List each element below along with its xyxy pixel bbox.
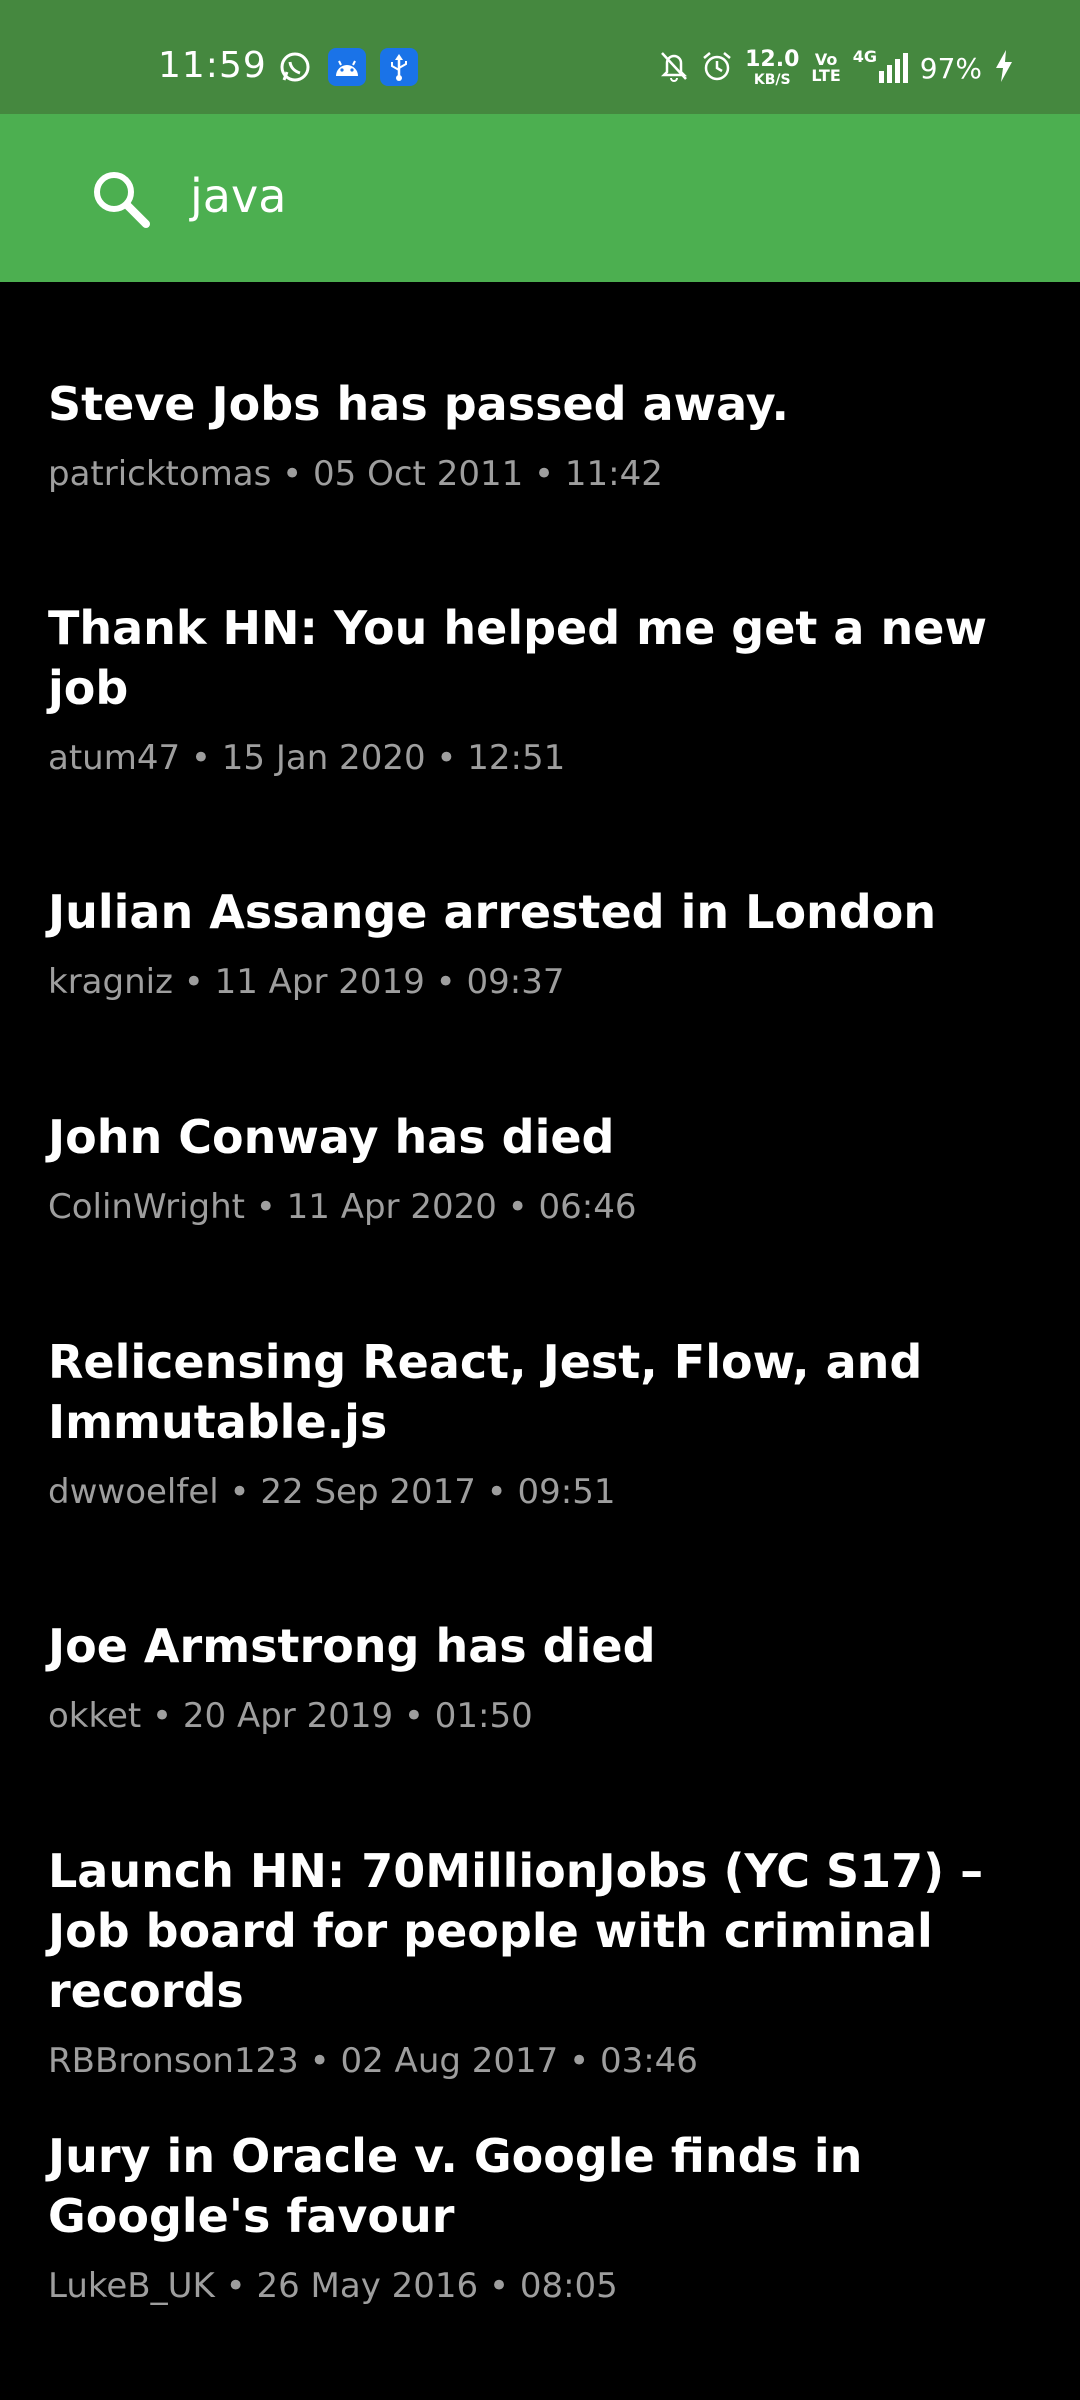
status-bar: 11:59 12.0 KB/S Vo LTE 4G 97%	[0, 0, 1080, 114]
result-meta: okket • 20 Apr 2019 • 01:50	[48, 1696, 533, 1736]
result-title[interactable]: Joe Armstrong has died	[48, 1616, 1038, 1676]
android-icon	[328, 48, 366, 86]
result-title[interactable]: John Conway has died	[48, 1107, 1038, 1167]
network-speed: 12.0 KB/S	[745, 47, 800, 88]
result-title[interactable]: Launch HN: 70MillionJobs (YC S17) – Job …	[48, 1841, 1038, 2021]
status-time: 11:59	[158, 45, 267, 86]
battery-percent: 97%	[919, 51, 982, 85]
result-title[interactable]: Thank HN: You helped me get a new job	[48, 598, 1038, 718]
list-item[interactable]: Julian Assange arrested in London kragni…	[48, 882, 1038, 1004]
result-title[interactable]: Steve Jobs has passed away.	[48, 374, 1038, 434]
charging-icon	[994, 49, 1014, 87]
list-item[interactable]: Relicensing React, Jest, Flow, and Immut…	[48, 1332, 1038, 1514]
volte-indicator: Vo LTE	[811, 52, 840, 84]
result-meta: ColinWright • 11 Apr 2020 • 06:46	[48, 1187, 637, 1227]
result-meta: kragniz • 11 Apr 2019 • 09:37	[48, 962, 565, 1002]
alarm-icon	[701, 50, 733, 86]
speed-value: 12.0	[745, 47, 800, 72]
whatsapp-icon	[276, 48, 314, 86]
result-meta: LukeB_UK • 26 May 2016 • 08:05	[48, 2266, 618, 2306]
network-type: 4G	[852, 47, 878, 66]
system-icons: 12.0 KB/S Vo LTE 4G 97%	[659, 44, 1014, 92]
result-meta: atum47 • 15 Jan 2020 • 12:51	[48, 738, 566, 778]
mute-bell-icon	[659, 50, 689, 86]
search-icon[interactable]	[90, 168, 152, 230]
list-item[interactable]: Jury in Oracle v. Google finds in Google…	[48, 2126, 1038, 2308]
speed-unit: KB/S	[753, 72, 791, 88]
list-item[interactable]: Thank HN: You helped me get a new job at…	[48, 598, 1038, 780]
usb-icon	[380, 48, 418, 86]
list-item[interactable]: John Conway has died ColinWright • 11 Ap…	[48, 1107, 1038, 1229]
list-item[interactable]: Steve Jobs has passed away. patricktomas…	[48, 374, 1038, 496]
result-title[interactable]: Relicensing React, Jest, Flow, and Immut…	[48, 1332, 1038, 1452]
notification-icons	[276, 48, 418, 86]
result-meta: RBBronson123 • 02 Aug 2017 • 03:46	[48, 2041, 698, 2081]
signal-icon: 4G	[853, 47, 908, 83]
result-title[interactable]: Jury in Oracle v. Google finds in Google…	[48, 2126, 1038, 2246]
search-input[interactable]: java	[190, 164, 286, 228]
list-item[interactable]: Joe Armstrong has died okket • 20 Apr 20…	[48, 1616, 1038, 1738]
result-title[interactable]: Julian Assange arrested in London	[48, 882, 1038, 942]
volte-bottom: LTE	[811, 66, 841, 85]
result-meta: dwwoelfel • 22 Sep 2017 • 09:51	[48, 1472, 616, 1512]
result-meta: patricktomas • 05 Oct 2011 • 11:42	[48, 454, 663, 494]
list-item[interactable]: Launch HN: 70MillionJobs (YC S17) – Job …	[48, 1841, 1038, 2083]
search-bar[interactable]: java	[0, 114, 1080, 282]
